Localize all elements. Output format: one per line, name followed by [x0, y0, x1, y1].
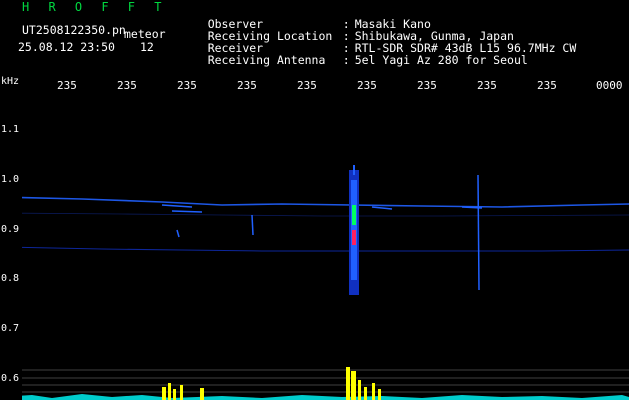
carrier-trace-lower	[22, 246, 629, 252]
time-tick-label: 0000	[596, 79, 623, 92]
y-tick-label: 0.7	[1, 323, 20, 334]
y-tick-label: 1.1	[1, 124, 20, 135]
time-tick-label: 235	[117, 79, 137, 92]
spectrogram	[22, 165, 629, 400]
y-axis-unit: kHz	[1, 76, 20, 87]
y-tick-label: 0.9	[1, 224, 20, 235]
noise-floor	[22, 394, 629, 400]
time-tick-label: 235	[537, 79, 557, 92]
meteor-echo	[349, 165, 359, 295]
time-tick-label: 235	[417, 79, 437, 92]
carrier-trace	[22, 196, 629, 208]
info-value: 5el Yagi Az 280 for Seoul	[354, 53, 528, 67]
info-separator: :	[342, 53, 350, 67]
time-tick-label: 235	[477, 79, 497, 92]
y-tick-label: 0.6	[1, 373, 20, 384]
app-title: H R O F F T	[22, 0, 168, 14]
event-bars	[162, 367, 381, 400]
y-tick-label: 1.0	[1, 174, 20, 185]
datetime: 25.08.12 23:50	[18, 40, 115, 54]
filename: UT2508122350.pn	[22, 23, 126, 37]
time-tick-label: 235	[357, 79, 377, 92]
mode-label: meteor	[124, 27, 166, 41]
carrier-trace-faint	[22, 212, 629, 217]
info-label: Receiving Antenna	[207, 53, 326, 67]
time-tick-label: 235	[57, 79, 77, 92]
time-tick-label: 235	[177, 79, 197, 92]
count: 12	[140, 40, 154, 54]
y-tick-label: 0.8	[1, 273, 20, 284]
level-lines	[22, 369, 629, 393]
header-panel: H R O F F T UT2508122350.pn meteor 25.08…	[0, 0, 629, 70]
info-antenna: Receiving Antenna:5el Yagi Az 280 for Se…	[180, 42, 528, 78]
time-tick-label: 235	[237, 79, 257, 92]
weak-echoes	[161, 174, 483, 291]
time-tick-label: 235	[297, 79, 317, 92]
